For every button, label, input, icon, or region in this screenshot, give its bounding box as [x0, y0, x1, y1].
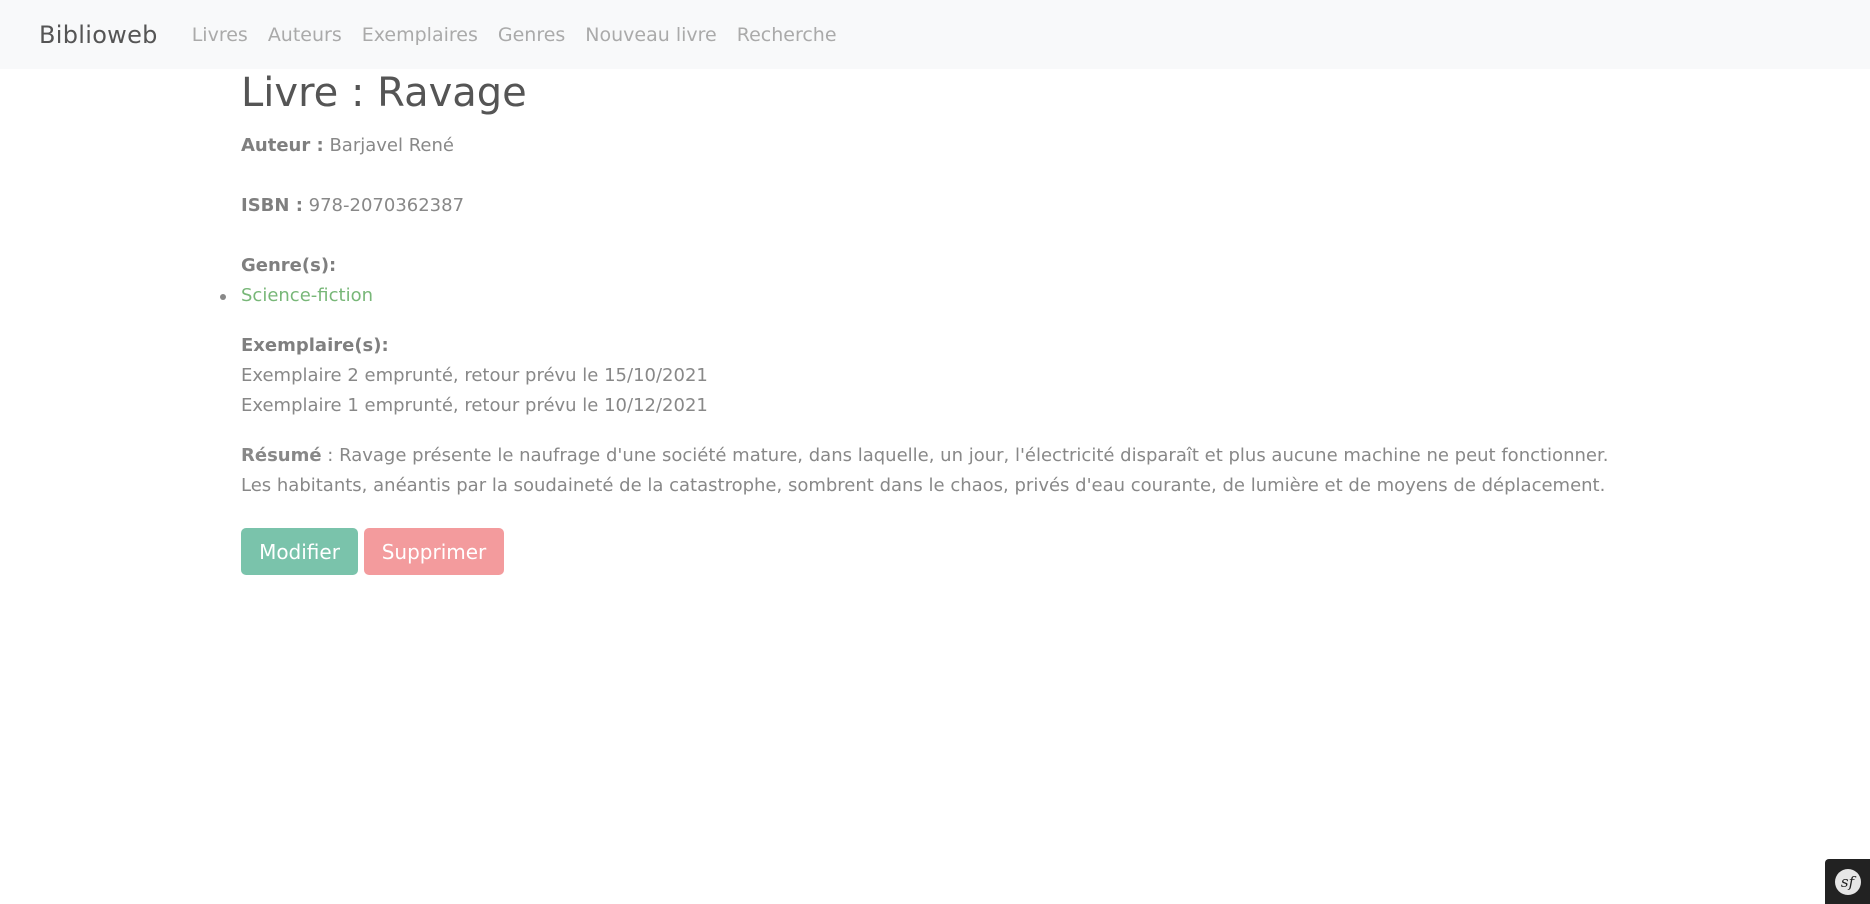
author-row: Auteur : Barjavel René: [241, 131, 1641, 161]
genres-row: Genre(s):: [241, 251, 1641, 281]
book-detail: Livre : Ravage Auteur : Barjavel René IS…: [220, 62, 1641, 575]
brand-link[interactable]: Biblioweb: [39, 21, 158, 49]
genre-link[interactable]: Science-fiction: [241, 285, 373, 306]
isbn-label: ISBN :: [241, 195, 303, 216]
isbn-row: ISBN : 978-2070362387: [241, 191, 1641, 221]
delete-button[interactable]: Supprimer: [364, 528, 504, 575]
nav-link-genres[interactable]: Genres: [498, 24, 565, 46]
isbn-value: 978-2070362387: [308, 195, 465, 216]
summary: Résumé : Ravage présente le naufrage d'u…: [241, 441, 1621, 501]
list-item: Science-fiction: [220, 281, 1641, 311]
copy-item: Exemplaire 1 emprunté, retour prévu le 1…: [241, 395, 708, 416]
symfony-logo-icon: sf: [1834, 868, 1861, 895]
summary-text: : Ravage présente le naufrage d'une soci…: [241, 445, 1609, 496]
debug-toolbar-toggle[interactable]: sf: [1825, 859, 1870, 904]
copy-item: Exemplaire 2 emprunté, retour prévu le 1…: [241, 365, 708, 386]
nav-link-livres[interactable]: Livres: [192, 24, 248, 46]
copies-row: Exemplaire(s):: [241, 331, 1641, 361]
copies-label: Exemplaire(s):: [241, 335, 389, 356]
nav-links: Livres Auteurs Exemplaires Genres Nouvea…: [178, 24, 837, 46]
author-label: Auteur :: [241, 135, 324, 156]
action-buttons: Modifier Supprimer: [241, 528, 1641, 575]
nav-link-recherche[interactable]: Recherche: [737, 24, 837, 46]
nav-link-exemplaires[interactable]: Exemplaires: [362, 24, 478, 46]
author-value: Barjavel René: [329, 135, 454, 156]
edit-button[interactable]: Modifier: [241, 528, 358, 575]
nav-link-nouveau-livre[interactable]: Nouveau livre: [585, 24, 716, 46]
page-title: Livre : Ravage: [241, 70, 527, 116]
nav-link-auteurs[interactable]: Auteurs: [268, 24, 342, 46]
summary-label: Résumé: [241, 445, 322, 466]
navbar: Biblioweb Livres Auteurs Exemplaires Gen…: [0, 0, 1870, 69]
genres-list: Science-fiction: [220, 281, 1641, 311]
genres-label: Genre(s):: [241, 255, 337, 276]
